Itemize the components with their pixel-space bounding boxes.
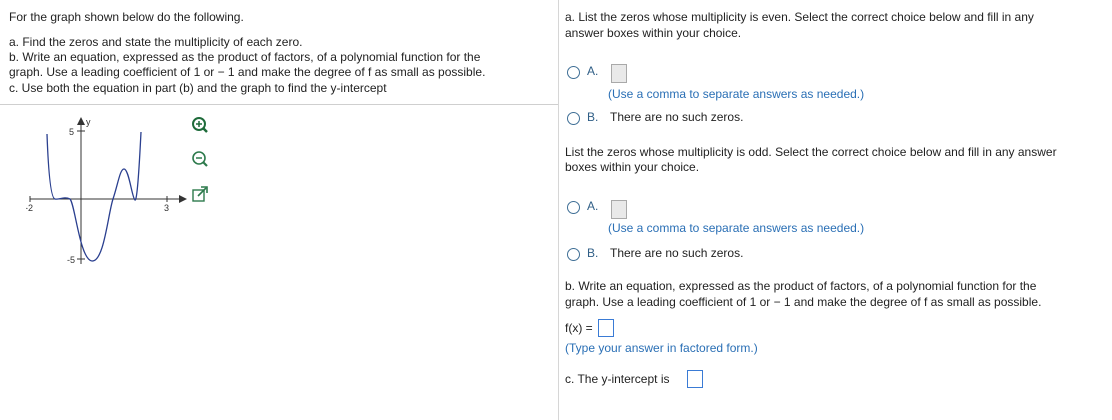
part-b-hint: (Type your answer in factored form.): [565, 341, 758, 355]
odd-option-b-letter: B.: [587, 246, 599, 260]
even-option-a-letter: A.: [587, 64, 599, 78]
left-panel: For the graph shown below do the followi…: [0, 0, 558, 420]
fx-equation-input[interactable]: [598, 319, 614, 337]
fx-label: f(x) =: [565, 321, 593, 335]
separator-line: [0, 104, 558, 105]
even-option-a-input[interactable]: [611, 64, 627, 83]
popout-button[interactable]: [189, 184, 211, 206]
odd-prompt-line1: List the zeros whose multiplicity is odd…: [565, 145, 1057, 159]
zoom-out-icon: [192, 151, 208, 167]
tick-x-left: -2: [26, 203, 33, 213]
even-prompt-line1: a. List the zeros whose multiplicity is …: [565, 10, 1034, 24]
odd-option-a-input[interactable]: [611, 200, 627, 219]
even-option-a-radio[interactable]: [567, 66, 580, 79]
right-panel: a. List the zeros whose multiplicity is …: [559, 0, 1112, 420]
item-b-line1: b. Write an equation, expressed as the p…: [9, 50, 481, 64]
tick-y-bottom: -5: [67, 255, 75, 265]
external-link-icon: [192, 186, 208, 202]
even-option-b-radio[interactable]: [567, 112, 580, 125]
part-c-label: c. The y-intercept is: [565, 372, 670, 386]
intro-text: For the graph shown below do the followi…: [9, 10, 244, 24]
y-axis-label: y: [86, 117, 91, 127]
odd-prompt-line2: boxes within your choice.: [565, 160, 700, 174]
even-option-b-text: There are no such zeros.: [610, 110, 744, 124]
odd-option-b-radio[interactable]: [567, 248, 580, 261]
y-intercept-input[interactable]: [687, 370, 703, 388]
odd-option-b-text: There are no such zeros.: [610, 246, 744, 260]
item-a-text: a. Find the zeros and state the multipli…: [9, 35, 303, 49]
zoom-out-button[interactable]: [189, 149, 211, 171]
polynomial-graph: y 5 -5 -2 3: [26, 117, 187, 265]
odd-option-a-hint: (Use a comma to separate answers as need…: [608, 221, 865, 235]
zoom-in-icon: [192, 117, 208, 133]
tick-y-top: 5: [69, 127, 74, 137]
even-option-b-letter: B.: [587, 110, 599, 124]
even-prompt-line2: answer boxes within your choice.: [565, 26, 742, 40]
even-option-a-hint: (Use a comma to separate answers as need…: [608, 87, 865, 101]
item-c-text: c. Use both the equation in part (b) and…: [9, 81, 387, 95]
part-b-prompt-line2: graph. Use a leading coefficient of 1 or…: [565, 295, 1042, 309]
polynomial-curve: [46, 131, 142, 262]
part-b-prompt-line1: b. Write an equation, expressed as the p…: [565, 279, 1037, 293]
item-b-line2: graph. Use a leading coefficient of 1 or…: [9, 65, 486, 79]
odd-option-a-letter: A.: [587, 199, 599, 213]
tick-x-right: 3: [164, 203, 169, 213]
zoom-in-button[interactable]: [189, 115, 211, 137]
odd-option-a-radio[interactable]: [567, 201, 580, 214]
